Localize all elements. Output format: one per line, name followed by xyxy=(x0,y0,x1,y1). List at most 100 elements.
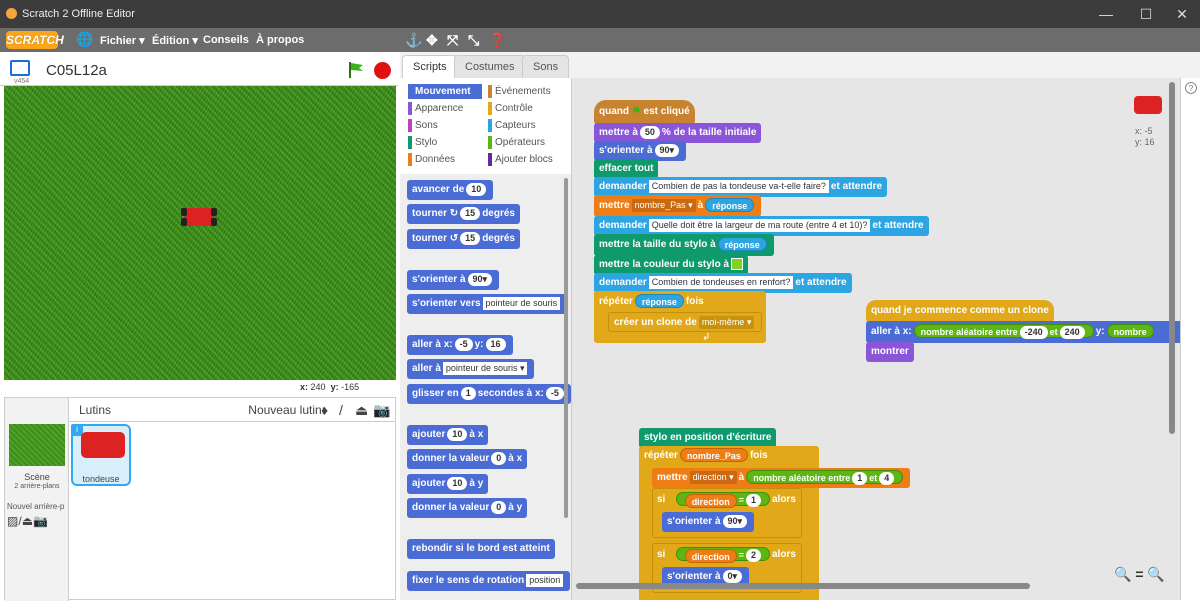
project-name[interactable]: C05L12a xyxy=(46,62,107,79)
block-repeat[interactable]: répéter réponse fois xyxy=(594,291,709,313)
category-motion[interactable]: Mouvement xyxy=(408,84,482,99)
block-clear[interactable]: effacer tout xyxy=(594,159,659,179)
zoom-controls[interactable]: 🔍 = 🔍 xyxy=(1114,566,1165,583)
cut-icon[interactable]: ✥ xyxy=(426,32,438,49)
block-palette: avancer de 10 tourner ↻ 15 degrés tourner ↺… xyxy=(400,174,572,600)
category-more-blocks[interactable]: Ajouter blocs xyxy=(488,152,553,167)
fullscreen-icon[interactable] xyxy=(10,60,30,76)
block-set-var[interactable]: mettre nombre_Pas ▾ à réponse xyxy=(594,195,762,217)
help-icon[interactable]: ❓ xyxy=(489,32,506,49)
new-backdrop-tools: ▨/⏏📷 xyxy=(7,514,48,528)
menu-tips[interactable]: Conseils xyxy=(203,34,249,46)
loop-arrow-icon: ↲ xyxy=(702,332,711,343)
grow-icon[interactable]: ⤧ xyxy=(447,32,458,49)
window-title: Scratch 2 Offline Editor xyxy=(22,8,135,20)
stage-header: v454 C05L12a xyxy=(0,52,398,86)
menu-edit[interactable]: Édition ▾ xyxy=(152,34,198,47)
block-ask-steps[interactable]: demander Combien de pas la tondeuse va-t-… xyxy=(594,177,888,197)
stage-coordinates: x: 240 y: -165 xyxy=(300,382,360,392)
category-panel: Mouvement Événements Apparence Contrôle … xyxy=(400,78,572,174)
hat-clone-start[interactable]: quand je commence comme un clone xyxy=(866,300,1054,322)
category-operators[interactable]: Opérateurs xyxy=(488,135,545,150)
close-button[interactable]: ✕ xyxy=(1162,0,1200,28)
category-pen[interactable]: Stylo xyxy=(408,135,437,150)
stage-canvas[interactable] xyxy=(4,86,396,380)
stop-icon[interactable] xyxy=(374,62,391,79)
camera-icon[interactable]: 📷 xyxy=(33,514,48,528)
shrink-icon[interactable]: ⤡ xyxy=(468,32,479,49)
block-goto-random[interactable]: aller à x: nombre aléatoire entre -240 et 24… xyxy=(866,321,1180,343)
block-ask-mowers[interactable]: demander Combien de tondeuses en renfort?… xyxy=(594,273,852,293)
hat-green-flag[interactable]: quand ⚑ est cliqué xyxy=(594,100,695,124)
globe-icon[interactable]: 🌐 xyxy=(76,31,93,48)
menu-bar: SCRATCH 🌐 Fichier ▾ Édition ▾ Conseils À… xyxy=(0,28,1200,52)
tab-costumes[interactable]: Costumes xyxy=(454,55,526,78)
image-icon[interactable]: ▨ xyxy=(7,514,18,528)
maximize-button[interactable]: ☐ xyxy=(1126,0,1166,28)
block-show[interactable]: montrer xyxy=(866,342,914,362)
scratch-logo[interactable]: SCRATCH xyxy=(6,31,64,49)
camera-sprite-icon[interactable]: 📷 xyxy=(373,402,390,419)
block-turn-right[interactable]: tourner ↻ 15 degrés xyxy=(407,204,520,224)
block-change-x[interactable]: ajouter 10 à x xyxy=(407,425,489,445)
block-rotation-style[interactable]: fixer le sens de rotation position xyxy=(407,571,571,591)
block-point-direction[interactable]: s'orienter à 90▾ xyxy=(407,270,500,290)
right-strip: ? xyxy=(1180,78,1200,600)
new-backdrop-label: Nouvel arrière-p xyxy=(7,502,65,511)
editor-tabs: Scripts Costumes Sons xyxy=(400,52,1200,78)
sprite-library-icon[interactable]: ♦ xyxy=(321,402,328,418)
window-title-bar: Scratch 2 Offline Editor — ☐ ✕ xyxy=(0,0,1200,28)
block-point-towards[interactable]: s'orienter vers pointeur de souris xyxy=(407,294,568,314)
block-bounce[interactable]: rebondir si le bord est atteint xyxy=(407,539,555,559)
minimize-button[interactable]: — xyxy=(1086,0,1126,28)
block-move[interactable]: avancer de 10 xyxy=(407,180,494,200)
block-if-2[interactable]: si direction = 2 alors xyxy=(652,545,801,565)
scripts-vertical-scrollbar[interactable] xyxy=(1169,82,1175,434)
category-data[interactable]: Données xyxy=(408,152,455,167)
block-glide[interactable]: glisser en 1 secondes à x: -5 xyxy=(407,384,571,404)
paint-sprite-icon[interactable]: / xyxy=(339,402,343,418)
block-set-y[interactable]: donner la valeur 0 à y xyxy=(407,498,528,518)
sprite-thumbnail-tondeuse[interactable]: i tondeuse xyxy=(71,424,131,486)
new-sprite-label: Nouveau lutin: xyxy=(248,403,325,417)
block-goto[interactable]: aller à pointeur de souris ▾ xyxy=(407,359,535,379)
block-goto-xy[interactable]: aller à x: -5 y: 16 xyxy=(407,335,513,355)
tab-scripts[interactable]: Scripts xyxy=(402,55,458,78)
menu-file[interactable]: Fichier ▾ xyxy=(100,34,145,47)
upload-icon[interactable]: ⏏ xyxy=(22,514,33,528)
block-set-x[interactable]: donner la valeur 0 à x xyxy=(407,449,528,469)
scripts-horizontal-scrollbar[interactable] xyxy=(576,583,1030,589)
category-looks[interactable]: Apparence xyxy=(408,101,463,116)
block-set-size[interactable]: mettre à 50% de la taille initiale xyxy=(594,123,762,143)
block-orient[interactable]: s'orienter à 90▾ xyxy=(594,141,687,161)
upload-sprite-icon[interactable]: ⏏ xyxy=(355,402,368,419)
block-orient-90[interactable]: s'orienter à 90▾ xyxy=(662,512,755,532)
block-pen-down[interactable]: stylo en position d'écriture xyxy=(639,428,777,448)
block-repeat-steps[interactable]: répéter nombre_Pas fois xyxy=(639,446,773,466)
stamp-icon[interactable]: ⚓ xyxy=(405,32,422,49)
scripts-area[interactable]: quand ⚑ est cliqué mettre à 50% de la tai… xyxy=(572,78,1180,600)
green-flag-icon[interactable] xyxy=(347,61,365,79)
scratch-app-icon xyxy=(6,8,17,19)
block-set-direction[interactable]: mettre direction ▾ à nombre aléatoire entre… xyxy=(652,468,911,488)
category-sensing[interactable]: Capteurs xyxy=(488,118,536,133)
category-control[interactable]: Contrôle xyxy=(488,101,533,116)
block-create-clone[interactable]: créer un clone de moi-même ▾ xyxy=(608,312,763,332)
block-ask-width[interactable]: demander Quelle doit être la largeur de m… xyxy=(594,216,929,236)
category-events[interactable]: Événements xyxy=(488,84,551,99)
tab-sounds[interactable]: Sons xyxy=(522,55,570,78)
mower-sprite[interactable] xyxy=(181,208,217,226)
block-if-1[interactable]: si direction = 1 alors xyxy=(652,490,801,510)
block-turn-left[interactable]: tourner ↺ 15 degrés xyxy=(407,229,520,249)
menu-about[interactable]: À propos xyxy=(256,34,304,46)
sprites-label: Lutins xyxy=(79,403,112,417)
block-pen-size[interactable]: mettre la taille du stylo à réponse xyxy=(594,234,774,256)
turn-right-icon: ↻ xyxy=(449,208,459,219)
version-label: v454 xyxy=(14,78,30,85)
block-pen-color[interactable]: mettre la couleur du stylo à xyxy=(594,255,749,275)
scene-thumbnail[interactable] xyxy=(9,424,65,466)
block-change-y[interactable]: ajouter 10 à y xyxy=(407,474,489,494)
palette-scrollbar[interactable] xyxy=(564,178,568,518)
category-sound[interactable]: Sons xyxy=(408,118,438,133)
help-circle-icon[interactable]: ? xyxy=(1185,82,1197,94)
